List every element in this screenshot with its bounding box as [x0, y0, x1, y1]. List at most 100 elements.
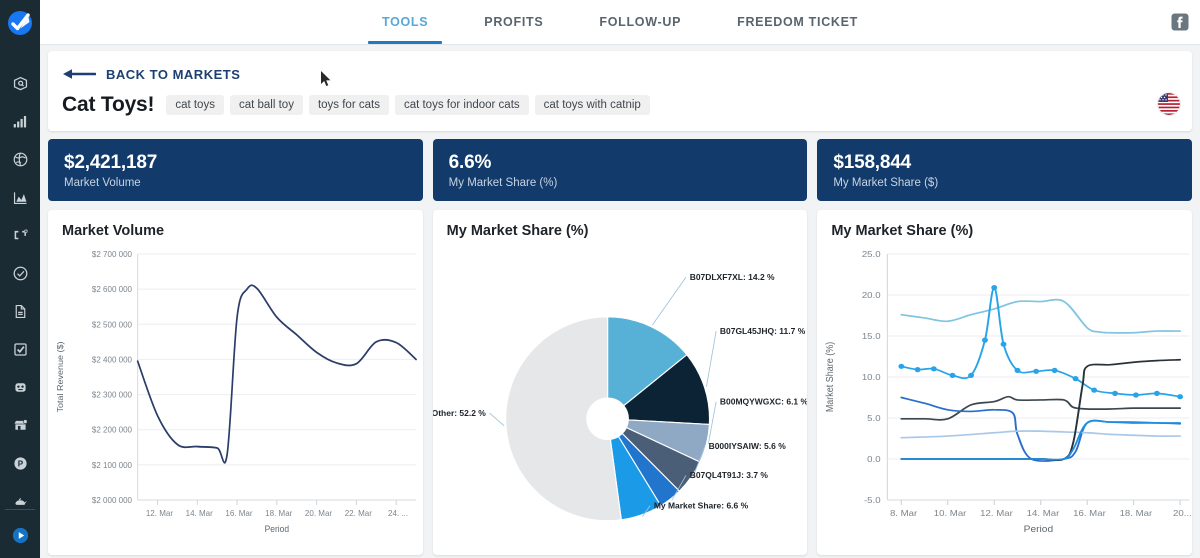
kpi-card-my-market-share-usd: $158,844 My Market Share ($) — [817, 139, 1193, 201]
top-navigation: TOOLS PROFITS FOLLOW-UP FREEDOM TICKET — [40, 0, 1200, 45]
svg-text:22. Mar: 22. Mar — [345, 509, 372, 518]
chart-title: Market Volume — [62, 223, 165, 239]
arrow-left-icon — [62, 67, 97, 81]
tab-profits[interactable]: PROFITS — [456, 0, 571, 44]
market-volume-chart[interactable]: $2 000 000 $2 100 000 $2 200 000 $2 300 000… — [48, 242, 423, 555]
svg-text:Period: Period — [265, 524, 290, 534]
tab-follow-up[interactable]: FOLLOW-UP — [571, 0, 709, 44]
tab-profits-label: PROFITS — [484, 15, 544, 29]
kpi-value: $2,421,187 — [64, 152, 158, 173]
kpi-value: 6.6% — [448, 152, 492, 173]
area-chart-icon — [12, 189, 29, 206]
svg-text:P: P — [17, 459, 23, 468]
kpi-card-market-volume: $2,421,187 Market Volume — [48, 139, 423, 201]
svg-text:$2 400 000: $2 400 000 — [92, 355, 132, 364]
kpi-label: Market Volume — [64, 176, 141, 189]
tab-follow-up-label: FOLLOW-UP — [599, 15, 682, 29]
sidebar-item-keyword-scout[interactable] — [0, 216, 40, 254]
storefront-icon — [12, 417, 29, 434]
tab-tools[interactable]: TOOLS — [354, 0, 456, 44]
svg-text:8. Mar: 8. Mar — [890, 509, 917, 518]
sidebar-item-tutorials[interactable] — [0, 516, 40, 554]
market-header-card: BACK TO MARKETS Cat Toys! cat toys cat b… — [48, 51, 1192, 131]
sidebar-item-market-research[interactable] — [0, 140, 40, 178]
chart-card-market-share-pie: My Market Share (%) B07DLXF7XL: 14.2 % B0… — [432, 210, 808, 555]
kpi-label: My Market Share ($) — [833, 176, 939, 189]
sidebar-item-profits[interactable]: P — [0, 444, 40, 482]
chart-card-market-share-trend: My Market Share (%) -5.0 0.0 5.0 10.0 15.0 20… — [817, 210, 1193, 555]
svg-text:20. Mar: 20. Mar — [305, 509, 332, 518]
page-title: Cat Toys! — [62, 93, 155, 116]
sidebar-item-storefront[interactable] — [0, 406, 40, 444]
svg-text:16. Mar: 16. Mar — [1073, 509, 1106, 518]
svg-text:18. Mar: 18. Mar — [1120, 509, 1153, 518]
svg-text:Total Revenue ($): Total Revenue ($) — [55, 341, 65, 412]
left-sidebar: P — [0, 0, 40, 558]
page-content: BACK TO MARKETS Cat Toys! cat toys cat b… — [40, 45, 1200, 558]
app-logo-check-icon[interactable] — [5, 8, 35, 38]
us-flag-icon[interactable] — [1158, 93, 1180, 115]
tab-freedom-ticket[interactable]: FREEDOM TICKET — [709, 0, 886, 44]
svg-text:12. Mar: 12. Mar — [146, 509, 173, 518]
kpi-value: $158,844 — [833, 152, 911, 173]
sidebar-item-listing-check[interactable] — [0, 254, 40, 292]
svg-text:B07GL45JHQ: 11.7 %: B07GL45JHQ: 11.7 % — [720, 326, 806, 336]
back-to-markets-label: BACK TO MARKETS — [106, 66, 241, 82]
svg-text:$2 100 000: $2 100 000 — [92, 461, 132, 470]
chart-card-market-volume: Market Volume $2 000 000 $2 100 000 $2 200… — [48, 210, 423, 555]
main-area: TOOLS PROFITS FOLLOW-UP FREEDOM TICKET B… — [40, 0, 1200, 558]
sidebar-item-documents[interactable] — [0, 292, 40, 330]
sidebar-item-task-list[interactable] — [0, 330, 40, 368]
profit-p-icon: P — [12, 455, 29, 472]
charts-row: Market Volume $2 000 000 $2 100 000 $2 200… — [48, 210, 1193, 555]
svg-text:My Market Share: 6.6 %: My Market Share: 6.6 % — [654, 500, 749, 510]
keyword-tag[interactable]: cat toys with catnip — [534, 95, 650, 115]
keyword-tag[interactable]: toys for cats — [308, 95, 389, 115]
chart-title: My Market Share (%) — [831, 223, 974, 239]
robot-icon — [12, 379, 29, 396]
svg-text:$2 700 000: $2 700 000 — [92, 250, 132, 259]
svg-text:$2 200 000: $2 200 000 — [92, 426, 132, 435]
sidebar-item-trend-report[interactable] — [0, 178, 40, 216]
app-root: P TOOLS PROFITS FOLLOW-UP FREEDOM TICKET… — [0, 0, 1200, 558]
svg-text:$2 500 000: $2 500 000 — [92, 320, 132, 329]
svg-text:B00MQYWGXC: 6.1 %: B00MQYWGXC: 6.1 % — [720, 397, 808, 407]
keyword-tag-list: cat toys cat ball toy toys for cats cat … — [166, 95, 650, 115]
svg-text:0.0: 0.0 — [868, 455, 881, 464]
tab-freedom-ticket-label: FREEDOM TICKET — [737, 15, 859, 29]
svg-text:Period: Period — [1024, 525, 1053, 535]
svg-text:Market Share (%): Market Share (%) — [825, 342, 837, 412]
sidebar-divider — [5, 509, 35, 510]
keyword-tag[interactable]: cat toys — [166, 95, 224, 115]
svg-text:$2 300 000: $2 300 000 — [92, 390, 132, 399]
chart-title: My Market Share (%) — [446, 223, 589, 239]
market-title-row: Cat Toys! cat toys cat ball toy toys for… — [62, 93, 1178, 117]
keyword-tag[interactable]: cat toys for indoor cats — [394, 95, 529, 115]
tab-tools-label: TOOLS — [381, 15, 429, 29]
sidebar-bottom — [0, 505, 40, 554]
kpi-label: My Market Share (%) — [448, 176, 558, 189]
svg-text:18. Mar: 18. Mar — [265, 509, 292, 518]
keyword-brackets-icon — [12, 227, 29, 244]
facebook-icon[interactable] — [1170, 12, 1190, 32]
sidebar-item-product-database[interactable] — [0, 64, 40, 102]
sidebar-item-automation[interactable] — [0, 368, 40, 406]
market-share-trend-chart[interactable]: -5.0 0.0 5.0 10.0 15.0 20.0 25.0 8. Mar 10. Mar 1… — [817, 242, 1192, 555]
svg-text:B000IYSAIW: 5.6 %: B000IYSAIW: 5.6 % — [708, 441, 786, 451]
keyword-tag[interactable]: cat ball toy — [229, 95, 303, 115]
document-icon — [12, 303, 29, 320]
kpi-card-my-market-share-pct: 6.6% My Market Share (%) — [432, 139, 808, 201]
sidebar-item-sales-analytics[interactable] — [0, 102, 40, 140]
checkbox-icon — [12, 341, 29, 358]
kpi-card-row: $2,421,187 Market Volume 6.6% My Market … — [48, 139, 1193, 201]
svg-text:20...: 20... — [1173, 509, 1192, 518]
sidebar-icon-list: P — [0, 64, 40, 520]
market-share-pie-chart[interactable]: B07DLXF7XL: 14.2 % B07GL45JHQ: 11.7 % B00M… — [433, 242, 808, 555]
back-to-markets-button[interactable]: BACK TO MARKETS — [62, 63, 1178, 85]
bar-chart-icon — [12, 113, 29, 130]
svg-text:15.0: 15.0 — [862, 332, 881, 341]
globe-market-icon — [12, 151, 29, 168]
svg-text:24. ...: 24. ... — [388, 509, 408, 518]
svg-text:-5.0: -5.0 — [864, 496, 881, 505]
nav-tab-list: TOOLS PROFITS FOLLOW-UP FREEDOM TICKET — [354, 0, 886, 44]
